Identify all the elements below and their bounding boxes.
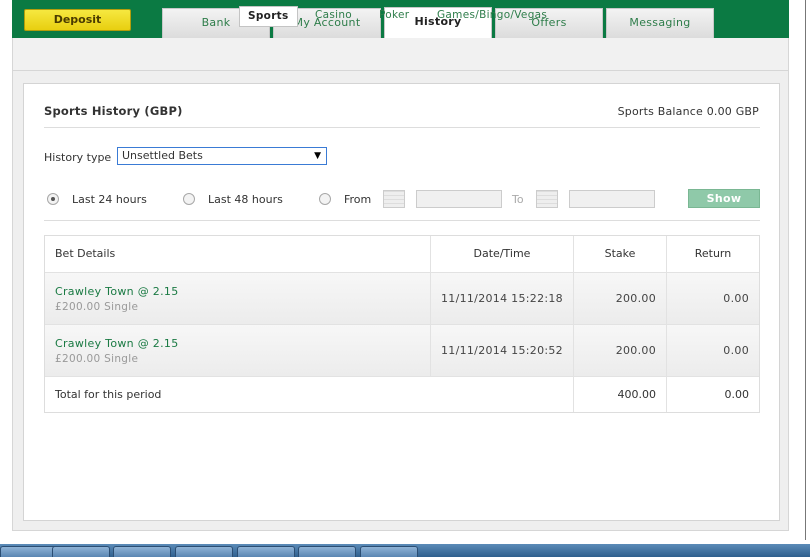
table-header: Bet Details Date/Time Stake Return xyxy=(45,236,759,273)
deposit-button[interactable]: Deposit xyxy=(24,9,131,31)
to-label: To xyxy=(512,193,524,206)
page-title: Sports History (GBP) xyxy=(44,104,183,118)
bet-selection-link[interactable]: Crawley Town @ 2.15 xyxy=(55,337,430,350)
subnav-sports[interactable]: Sports xyxy=(239,6,298,27)
bet-return: 0.00 xyxy=(667,273,759,324)
history-panel: Sports History (GBP) Sports Balance 0.00… xyxy=(23,83,780,521)
divider xyxy=(44,127,760,128)
bet-details-cell: Crawley Town @ 2.15 £200.00 Single xyxy=(45,325,431,376)
taskbar-button[interactable] xyxy=(175,546,233,557)
bet-details-cell: Crawley Town @ 2.15 £200.00 Single xyxy=(45,273,431,324)
table-row[interactable]: Crawley Town @ 2.15 £200.00 Single 11/11… xyxy=(45,325,759,377)
total-stake: 400.00 xyxy=(574,377,667,412)
bet-selection-link[interactable]: Crawley Town @ 2.15 xyxy=(55,285,430,298)
bet-meta: £200.00 Single xyxy=(55,353,139,365)
subnav-poker[interactable]: Poker xyxy=(379,6,409,27)
taskbar-button[interactable] xyxy=(52,546,110,557)
bet-datetime: 11/11/2014 15:22:18 xyxy=(431,273,574,324)
col-stake: Stake xyxy=(574,236,667,272)
tab-messaging[interactable]: Messaging xyxy=(606,8,714,38)
taskbar-button[interactable] xyxy=(360,546,418,557)
bet-stake: 200.00 xyxy=(574,325,667,376)
sub-nav xyxy=(12,38,789,71)
subnav-games-bingo-vegas[interactable]: Games/Bingo/Vegas xyxy=(437,6,547,27)
bets-table: Bet Details Date/Time Stake Return Crawl… xyxy=(44,235,760,413)
subnav-casino[interactable]: Casino xyxy=(315,6,352,27)
table-row[interactable]: Crawley Town @ 2.15 £200.00 Single 11/11… xyxy=(45,273,759,325)
col-return: Return xyxy=(694,247,732,260)
bet-return: 0.00 xyxy=(667,325,759,376)
bet-meta: £200.00 Single xyxy=(55,301,139,313)
dropdown-arrow-icon: ▼ xyxy=(314,151,321,161)
divider xyxy=(44,220,760,221)
from-label: From xyxy=(344,193,372,206)
from-calendar-icon[interactable] xyxy=(383,190,405,208)
history-type-select[interactable]: Unsettled Bets ▼ xyxy=(117,147,327,165)
last-48-hours-label: Last 48 hours xyxy=(208,193,283,206)
taskbar-button[interactable] xyxy=(298,546,356,557)
taskbar-button[interactable] xyxy=(237,546,295,557)
radio-last-48-hours[interactable] xyxy=(183,193,195,205)
last-24-hours-label: Last 24 hours xyxy=(72,193,147,206)
taskbar-button[interactable] xyxy=(0,546,58,557)
total-label: Total for this period xyxy=(45,377,574,412)
bet-stake: 200.00 xyxy=(574,273,667,324)
bet-datetime: 11/11/2014 15:20:52 xyxy=(431,325,574,376)
history-type-value: Unsettled Bets xyxy=(122,149,203,162)
total-return: 0.00 xyxy=(724,388,750,401)
radio-date-range[interactable] xyxy=(319,193,331,205)
total-row: Total for this period 400.00 0.00 xyxy=(45,377,759,412)
from-date-input[interactable] xyxy=(416,190,502,208)
to-calendar-icon[interactable] xyxy=(536,190,558,208)
col-bet-details: Bet Details xyxy=(45,236,431,272)
taskbar-button[interactable] xyxy=(113,546,171,557)
content-area: Sports History (GBP) Sports Balance 0.00… xyxy=(12,71,789,531)
window-edge xyxy=(805,0,806,540)
sports-balance: Sports Balance 0.00 GBP xyxy=(617,105,759,118)
col-date-time: Date/Time xyxy=(431,236,574,272)
radio-last-24-hours[interactable] xyxy=(47,193,59,205)
show-button[interactable]: Show xyxy=(688,189,760,208)
history-type-label: History type xyxy=(44,151,112,164)
to-date-input[interactable] xyxy=(569,190,655,208)
